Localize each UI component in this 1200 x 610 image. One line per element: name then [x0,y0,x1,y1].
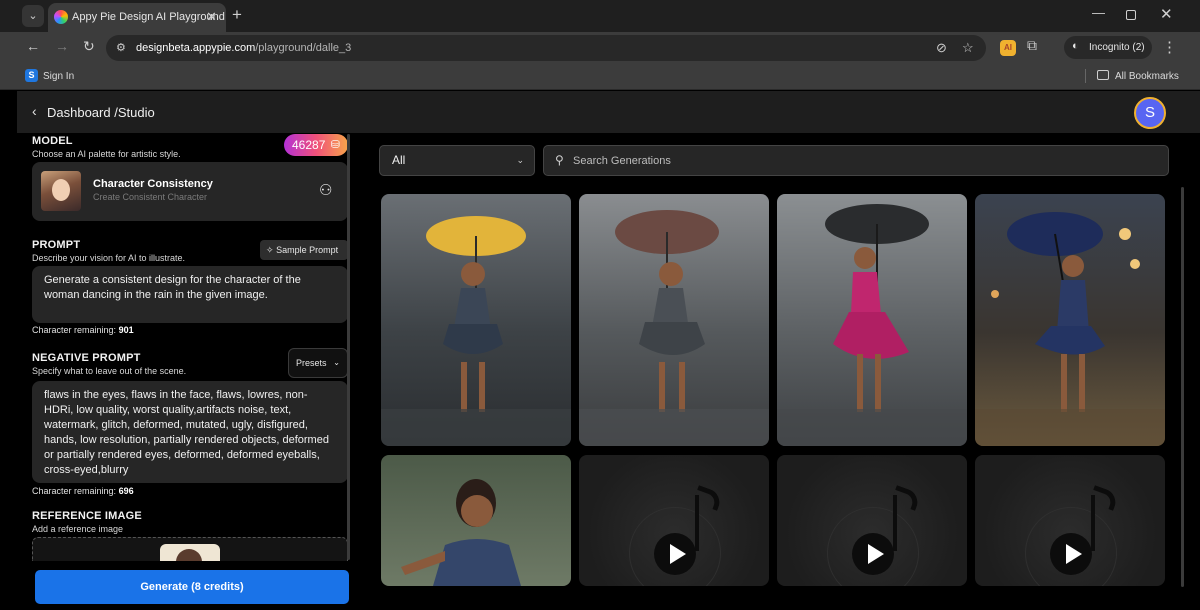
audio-generation-card[interactable] [579,455,769,586]
search-input[interactable] [573,147,1153,174]
signin-icon: S [25,69,38,82]
negative-prompt-subtitle: Specify what to leave out of the scene. [32,366,187,376]
eye-off-icon[interactable]: ⊘ [936,40,947,56]
incognito-icon: ◐ [1072,40,1079,52]
all-bookmarks[interactable]: All Bookmarks [1115,71,1179,82]
presets-label: Presets [296,358,327,368]
audio-generation-card[interactable] [777,455,967,586]
app-header: ‹ Dashboard /Studio S [17,91,1200,133]
gallery-scrollbar[interactable] [1181,187,1184,587]
browser-tab[interactable]: Appy Pie Design AI Playground ✕ [48,3,226,32]
generation-card[interactable] [579,194,769,446]
url-text: designbeta.appypie.com/playground/dalle_… [136,42,352,54]
browser-tab-bar: ⌄ Appy Pie Design AI Playground ✕ + — ✕ [0,0,1200,32]
reference-image-thumbnail [160,544,220,561]
music-note-stem [893,495,897,551]
settings-scrollbar[interactable] [347,134,350,560]
settings-panel: MODEL Choose an AI palette for artistic … [17,133,362,610]
tab-title: Appy Pie Design AI Playground [72,11,225,23]
site-settings-icon[interactable]: ⚙ [116,41,126,54]
sample-prompt-button[interactable]: ✧ Sample Prompt [260,240,348,260]
browser-toolbar: ← → ↻ ⚙ designbeta.appypie.com/playgroun… [0,32,1200,64]
minimize-icon[interactable]: — [1092,5,1105,20]
generation-image [401,479,521,586]
chevron-down-icon: ⌄ [516,155,524,165]
puzzle-icon[interactable]: ⧉ [1027,37,1037,54]
filter-dropdown[interactable]: All ⌄ [379,145,535,176]
close-icon[interactable]: ✕ [206,9,217,25]
sample-prompt-label: Sample Prompt [276,245,339,255]
bookmark-star-icon[interactable]: ☆ [962,40,974,56]
play-icon[interactable] [654,533,696,575]
reference-subtitle: Add a reference image [32,524,124,534]
breadcrumb[interactable]: Dashboard /Studio [47,105,155,120]
model-description: Create Consistent Character [93,192,208,202]
generation-card[interactable] [777,194,967,446]
bookmarks-bar: S Sign In All Bookmarks [0,64,1200,90]
credits-badge[interactable]: 46287 ⛁ [284,134,348,156]
generation-image [579,210,769,446]
play-icon[interactable] [1050,533,1092,575]
audio-generation-card[interactable] [975,455,1165,586]
reload-icon[interactable]: ↻ [83,38,95,55]
music-note-stem [695,495,699,551]
incognito-label: Incognito (2) [1089,42,1145,53]
chevron-left-icon[interactable]: ‹ [32,103,37,119]
model-subtitle: Choose an AI palette for artistic style. [32,149,181,159]
extension-icon[interactable]: AI [1000,40,1016,56]
generation-card[interactable] [975,194,1165,446]
folder-icon [1097,70,1109,80]
swap-model-icon[interactable]: ⚇ [319,181,332,199]
incognito-badge[interactable]: ◐ Incognito (2) [1064,36,1152,59]
generation-image [381,216,571,446]
generation-card[interactable] [381,194,571,446]
generate-button[interactable]: Generate (8 credits) [35,570,349,604]
chevron-down-icon: ⌄ [333,358,340,367]
more-menu-icon[interactable]: ⋮ [1162,38,1177,56]
window-close-icon[interactable]: ✕ [1160,5,1173,23]
reference-image-dropzone[interactable] [32,537,348,561]
bookmark-sign-in[interactable]: Sign In [43,71,74,82]
model-selector[interactable]: Character Consistency Create Consistent … [32,162,348,221]
generation-image [777,204,967,446]
maximize-icon[interactable] [1126,10,1136,20]
negative-char-remaining: Character remaining: 696 [32,486,134,496]
model-thumbnail [41,171,81,211]
presets-dropdown[interactable]: Presets ⌄ [288,348,348,378]
back-icon[interactable]: ← [26,38,40,54]
music-note-stem [1091,495,1095,551]
search-bar[interactable]: ⚲ [543,145,1169,176]
negative-prompt-input[interactable]: flaws in the eyes, flaws in the face, fl… [32,381,348,483]
sparkle-icon: ✧ [266,245,274,255]
avatar[interactable]: S [1134,97,1166,129]
filter-value: All [392,153,406,167]
credits-count: 46287 [292,138,326,152]
prompt-input[interactable]: Generate a consistent design for the cha… [32,266,348,323]
appypie-favicon-icon [54,10,68,24]
forward-icon[interactable]: → [55,38,69,54]
play-icon[interactable] [852,533,894,575]
new-tab-icon[interactable]: + [232,5,242,25]
reference-title: REFERENCE IMAGE [32,510,142,522]
prompt-title: PROMPT [32,239,81,251]
generation-image [975,212,1165,446]
prompt-char-remaining: Character remaining: 901 [32,325,134,335]
search-icon: ⚲ [555,153,564,167]
tab-search-icon[interactable]: ⌄ [22,5,44,27]
model-title: MODEL [32,135,73,147]
model-name: Character Consistency [93,178,213,190]
negative-prompt-title: NEGATIVE PROMPT [32,352,141,364]
bookmarks-divider [1085,69,1086,83]
address-bar[interactable]: ⚙ designbeta.appypie.com/playground/dall… [106,35,986,61]
generation-card[interactable] [381,455,571,586]
prompt-subtitle: Describe your vision for AI to illustrat… [32,253,186,263]
coins-icon: ⛁ [330,139,340,151]
